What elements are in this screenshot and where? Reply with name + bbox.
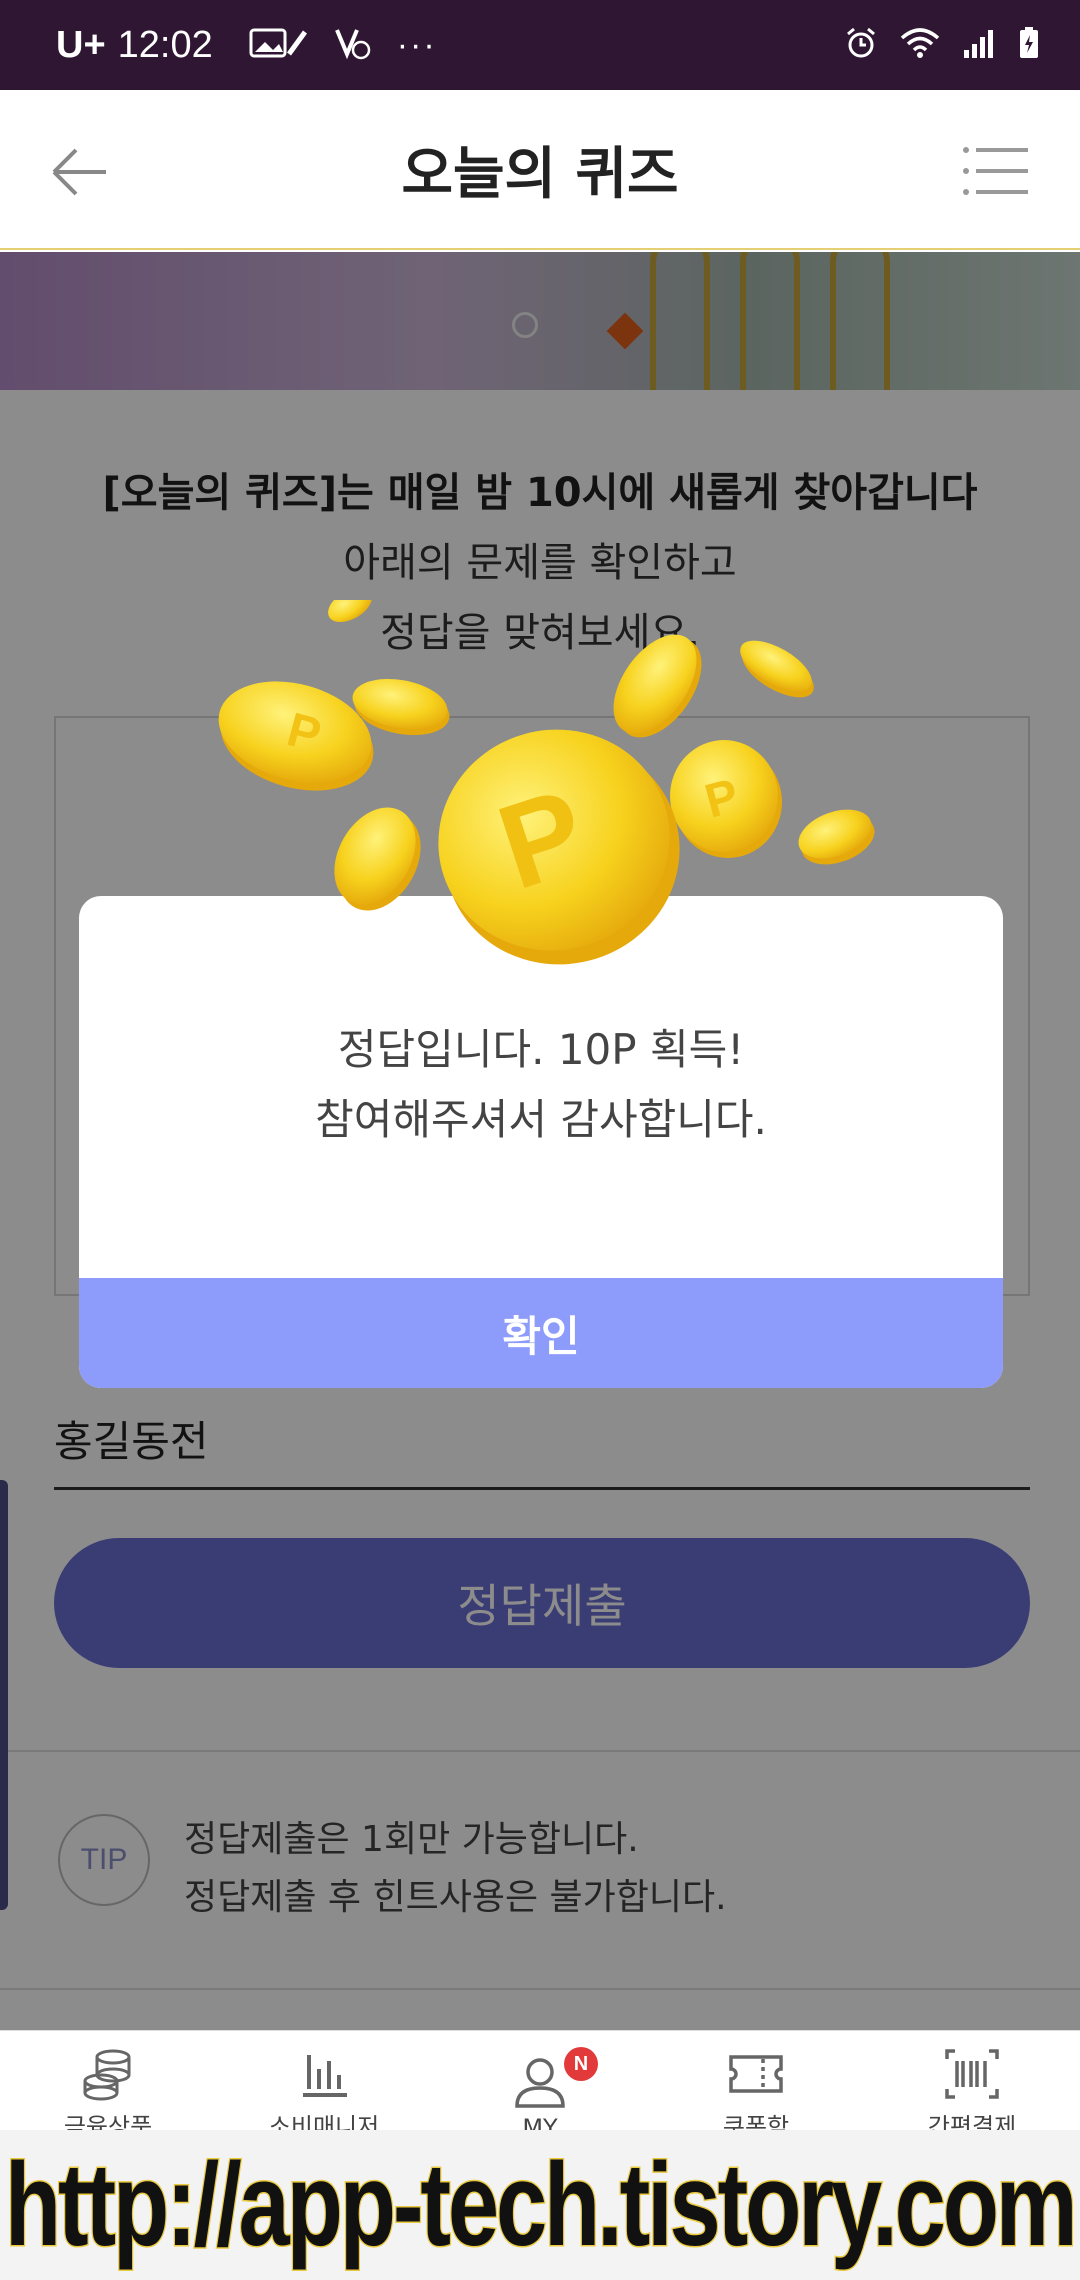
alarm-icon [844, 26, 878, 65]
dialog-message: 참여해주셔서 감사합니다. [315, 1095, 767, 1144]
carrier-label: U+ [56, 23, 106, 66]
point-coin-icon [328, 600, 372, 623]
menu-button[interactable] [962, 144, 1028, 198]
watermark-text: http://app-tech.tistory.com [4, 2138, 1079, 2273]
point-coin-icon: P [670, 740, 782, 858]
point-coin-icon [740, 640, 814, 698]
edge-panel-handle[interactable] [0, 1480, 8, 1910]
confirm-button[interactable]: 확인 [79, 1278, 1003, 1388]
gallery-notification-icon [249, 26, 309, 65]
barcode-icon [945, 2049, 999, 2099]
back-arrow-icon [52, 148, 106, 196]
dialog-message: 정답입니다. 10P 획득! [337, 1025, 745, 1074]
status-bar: U+ 12:02 ··· [0, 0, 1080, 90]
person-icon [515, 2058, 565, 2108]
signal-icon [962, 26, 996, 65]
back-button[interactable] [48, 140, 112, 204]
list-menu-icon [963, 147, 1028, 195]
point-coin-icon [334, 807, 421, 911]
coins-stack-icon [83, 2049, 131, 2101]
point-coin-icon: P [438, 729, 680, 965]
coins-illustration: P P P [218, 600, 875, 965]
point-coin-icon: P [218, 681, 374, 791]
page-title: 오늘의 퀴즈 [401, 141, 679, 207]
point-coin-icon [798, 809, 875, 865]
watermark: http://app-tech.tistory.com [0, 2130, 1080, 2280]
battery-icon [1018, 26, 1040, 65]
more-notifications-icon: ··· [396, 25, 437, 64]
wifi-icon [900, 26, 940, 65]
bar-chart-icon [303, 2055, 347, 2097]
status-time: 12:02 [117, 23, 213, 66]
point-coin-icon [613, 634, 702, 738]
app-header: 오늘의 퀴즈 [0, 90, 1080, 250]
volte-icon [333, 26, 373, 65]
ticket-icon [729, 2055, 783, 2093]
new-badge: N [564, 2047, 598, 2081]
